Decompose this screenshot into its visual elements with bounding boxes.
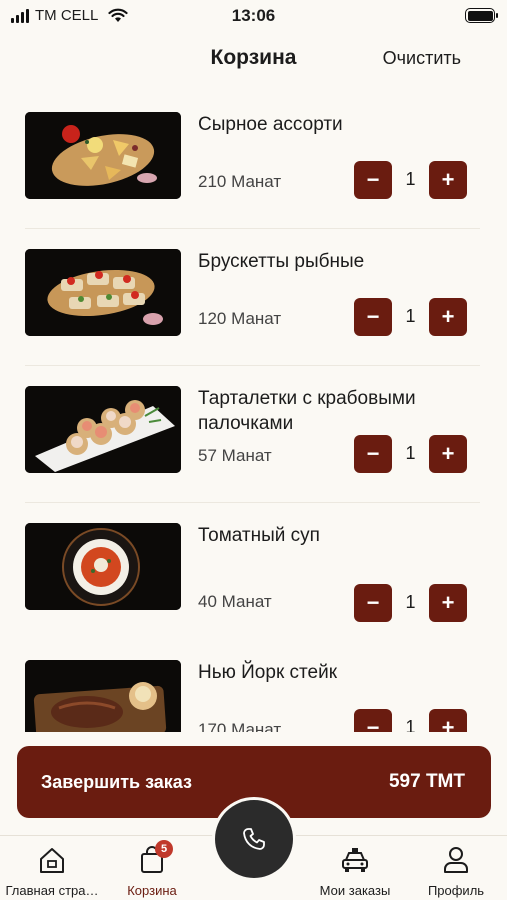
increase-quantity-button[interactable]: + <box>429 584 467 622</box>
tomato-soup-image <box>25 523 181 610</box>
decrease-quantity-button[interactable]: − <box>354 298 392 336</box>
item-price: 40 Манат <box>198 592 272 611</box>
cart-item: Тарталетки с крабовыми палочками 57 Мана… <box>25 366 480 503</box>
fish-bruschetta-image <box>25 249 181 336</box>
quantity-stepper: − 1 + <box>354 298 467 336</box>
cart-item: Томатный суп 40 Манат − 1 + <box>25 503 480 640</box>
call-button[interactable] <box>215 800 293 878</box>
decrease-quantity-button[interactable]: − <box>354 584 392 622</box>
nav-label: Главная стра… <box>5 883 99 898</box>
increase-quantity-button[interactable]: + <box>429 709 467 732</box>
quantity-stepper: − 1 + <box>354 709 467 732</box>
status-bar: TM CELL 13:06 <box>0 0 507 34</box>
increase-quantity-button[interactable]: + <box>429 435 467 473</box>
crab-tartlets-image <box>25 386 181 473</box>
checkout-label: Завершить заказ <box>41 772 192 792</box>
car-icon <box>340 846 370 874</box>
quantity-value: 1 <box>405 592 416 612</box>
home-icon <box>37 846 67 874</box>
nav-item-my-orders[interactable]: Мои заказы <box>303 846 407 898</box>
nav-item-home[interactable]: Главная стра… <box>0 846 104 898</box>
clock: 13:06 <box>231 6 276 25</box>
cheese-platter-image <box>25 112 181 199</box>
quantity-stepper: − 1 + <box>354 584 467 622</box>
nav-item-profile[interactable]: Профиль <box>404 846 507 898</box>
nav-label: Мои заказы <box>319 883 391 898</box>
decrease-quantity-button[interactable]: − <box>354 435 392 473</box>
item-name: Сырное ассорти <box>198 114 343 135</box>
quantity-value: 1 <box>405 169 416 189</box>
phone-icon <box>243 828 265 850</box>
header: Корзина Очистить <box>0 34 507 84</box>
item-name: Тарталетки с крабовыми палочками <box>198 388 416 434</box>
quantity-stepper: − 1 + <box>354 161 467 199</box>
decrease-quantity-button[interactable]: − <box>354 161 392 199</box>
nav-item-cart[interactable]: 5 Корзина <box>100 840 204 898</box>
decrease-quantity-button[interactable]: − <box>354 709 392 732</box>
clear-cart-button[interactable]: Очистить <box>383 48 461 69</box>
quantity-value: 1 <box>405 443 416 463</box>
item-name: Нью Йорк стейк <box>198 662 338 683</box>
ny-steak-image <box>25 660 181 732</box>
item-price: 210 Манат <box>198 172 282 191</box>
user-icon <box>441 846 471 874</box>
battery-icon <box>465 8 498 23</box>
nav-label: Профиль <box>427 883 485 898</box>
item-name: Томатный суп <box>198 525 320 546</box>
cart-badge: 5 <box>155 840 173 858</box>
cart-item: Сырное ассорти 210 Манат − 1 + <box>25 92 480 229</box>
item-name: Брускетты рыбные <box>198 251 365 272</box>
cart-item: Брускетты рыбные 120 Манат − 1 + <box>25 229 480 366</box>
nav-label: Корзина <box>127 883 177 898</box>
increase-quantity-button[interactable]: + <box>429 161 467 199</box>
order-total: 597 TMT <box>388 771 465 792</box>
quantity-value: 1 <box>405 306 416 326</box>
cart-list[interactable]: Сырное ассорти 210 Манат − 1 + Брускетты… <box>0 92 507 732</box>
item-price: 120 Манат <box>198 309 282 328</box>
quantity-value: 1 <box>405 717 416 732</box>
increase-quantity-button[interactable]: + <box>429 298 467 336</box>
cart-item: Нью Йорк стейк 170 Манат − 1 + <box>25 640 480 732</box>
item-price: 170 Манат <box>198 720 282 732</box>
item-price: 57 Манат <box>198 446 272 465</box>
cart-bag-icon: 5 <box>137 840 173 874</box>
quantity-stepper: − 1 + <box>354 435 467 473</box>
